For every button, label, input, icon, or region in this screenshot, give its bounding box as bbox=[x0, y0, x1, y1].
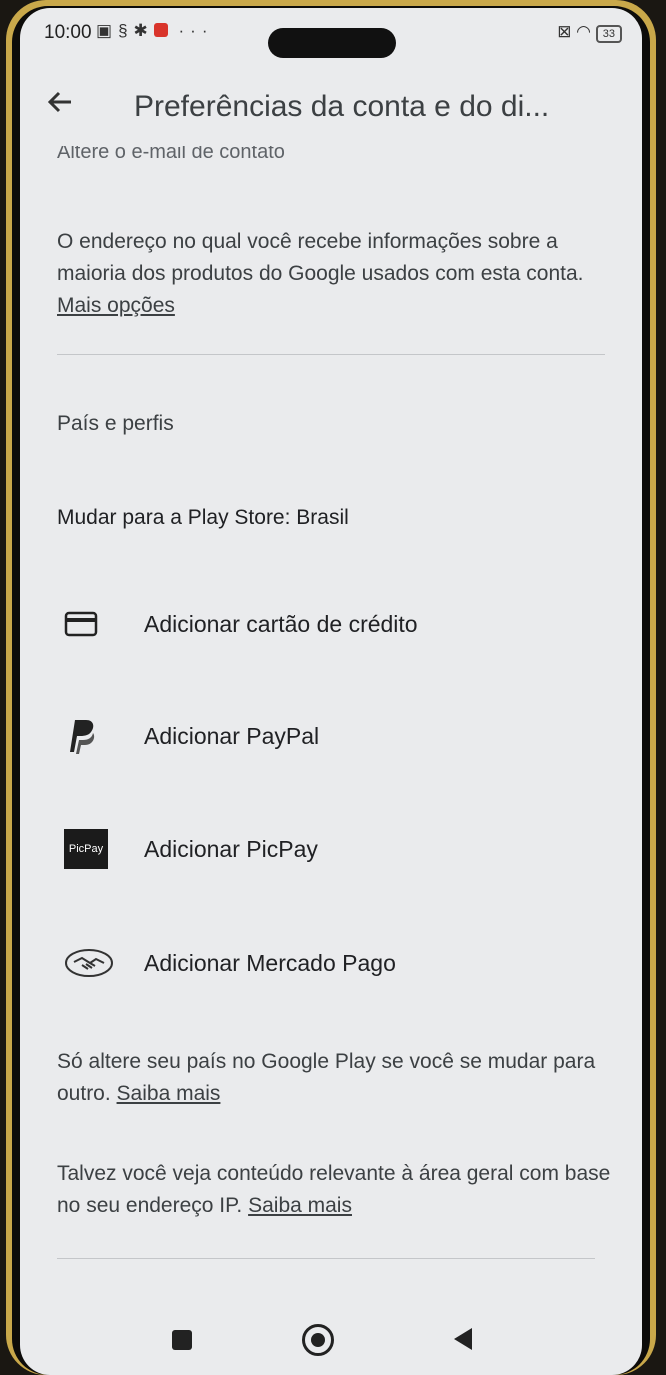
add-paypal-button[interactable]: Adicionar PayPal bbox=[64, 710, 319, 762]
arrow-left-icon bbox=[47, 91, 71, 113]
front-camera bbox=[268, 28, 396, 58]
app-bar: Preferências da conta e do di... bbox=[20, 70, 642, 142]
home-button[interactable] bbox=[302, 1324, 334, 1356]
credit-card-icon bbox=[64, 601, 120, 647]
option-label: Adicionar cartão de crédito bbox=[144, 610, 418, 637]
recents-button[interactable] bbox=[172, 1330, 192, 1350]
no-sim-icon: ⊠ bbox=[557, 22, 572, 41]
email-description: O endereço no qual você recebe informaçõ… bbox=[57, 226, 617, 322]
battery-icon: 33 bbox=[595, 25, 622, 43]
add-mercado-pago-button[interactable]: Adicionar Mercado Pago bbox=[64, 937, 396, 989]
status-icons: ▣§✱ ··· bbox=[96, 21, 214, 41]
option-label: Adicionar PicPay bbox=[144, 835, 318, 862]
gear-icon: ✱ bbox=[133, 21, 154, 40]
nav-back-button[interactable] bbox=[454, 1328, 472, 1350]
battery-level: 33 bbox=[602, 28, 615, 40]
add-credit-card-button[interactable]: Adicionar cartão de crédito bbox=[64, 598, 418, 650]
picpay-icon: PicPay bbox=[64, 826, 120, 872]
add-picpay-button[interactable]: PicPay Adicionar PicPay bbox=[64, 823, 318, 875]
more-options-link[interactable]: Mais opções bbox=[57, 294, 175, 317]
status-right: ⊠ ◠ 33 bbox=[557, 22, 622, 43]
option-label: Adicionar Mercado Pago bbox=[144, 949, 396, 976]
navigation-bar bbox=[20, 1308, 642, 1368]
paypal-icon bbox=[64, 713, 120, 759]
learn-more-link[interactable]: Saiba mais bbox=[117, 1082, 221, 1105]
status-time: 10:00 bbox=[44, 22, 92, 43]
back-arrow-icon[interactable] bbox=[40, 86, 80, 126]
nfc-icon: ▣ bbox=[96, 21, 119, 40]
learn-more-link[interactable]: Saiba mais bbox=[248, 1194, 352, 1217]
ip-note: Talvez você veja conteúdo relevante à ár… bbox=[57, 1158, 617, 1222]
clipped-heading: Altere o e-mail de contato bbox=[57, 146, 285, 162]
switch-play-store-button[interactable]: Mudar para a Play Store: Brasil bbox=[57, 506, 349, 530]
app-notification-icon bbox=[153, 23, 168, 37]
page-title: Preferências da conta e do di... bbox=[134, 90, 550, 123]
picpay-logo: PicPay bbox=[64, 829, 108, 869]
section-heading: País e perfis bbox=[57, 412, 174, 435]
mercado-pago-icon bbox=[64, 940, 120, 986]
screen: 10:00 ▣§✱ ··· ⊠ ◠ 33 Preferências da con… bbox=[20, 8, 642, 1375]
wifi-icon: ◠ bbox=[576, 22, 592, 41]
email-description-text: O endereço no qual você recebe informaçõ… bbox=[57, 230, 584, 285]
more-icon: ··· bbox=[178, 21, 214, 40]
country-note: Só altere seu país no Google Play se voc… bbox=[57, 1046, 617, 1110]
status-bar: 10:00 ▣§✱ ··· ⊠ ◠ 33 bbox=[20, 8, 642, 58]
option-label: Adicionar PayPal bbox=[144, 722, 320, 749]
divider bbox=[57, 354, 605, 355]
sync-icon: § bbox=[118, 21, 134, 40]
divider bbox=[57, 1258, 595, 1259]
